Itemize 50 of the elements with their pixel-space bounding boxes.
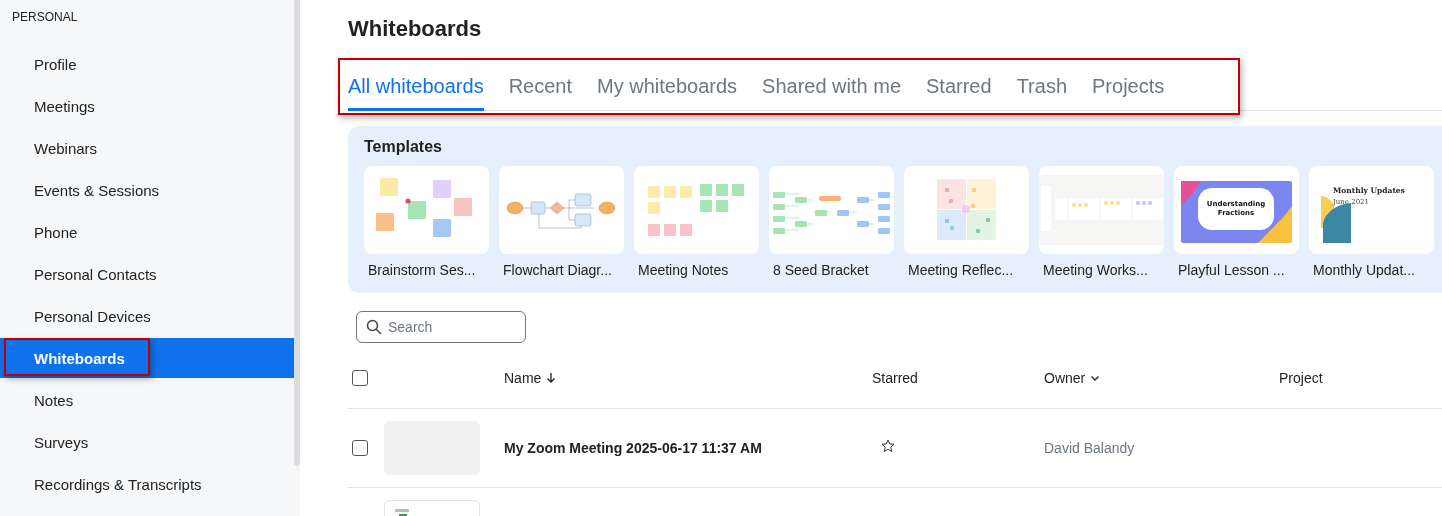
sidebar-item[interactable]: Profile [0, 43, 294, 85]
checkbox[interactable] [352, 440, 368, 456]
tab[interactable]: My whiteboards [597, 75, 738, 111]
page-title: Whiteboards [348, 16, 483, 42]
template-name: 8 Seed Bracket [772, 262, 869, 278]
template-name: Playful Lesson ... [1177, 262, 1285, 278]
owner-name: David Balandy [1044, 440, 1136, 456]
sidebar-item[interactable]: Events & Sessions [0, 169, 294, 211]
template-thumbnail[interactable] [499, 166, 624, 254]
tab[interactable]: Trash [1016, 75, 1067, 111]
report-slide-drawing [1321, 196, 1351, 243]
sidebar-item[interactable]: Phone [0, 211, 294, 253]
sidebar-item[interactable]: Personal Contacts [0, 253, 294, 295]
sidebar-item[interactable]: Notes [0, 379, 294, 421]
checkbox[interactable] [352, 369, 368, 386]
tab[interactable]: Shared with me [762, 75, 902, 111]
star-icon[interactable] [881, 439, 895, 453]
sort-arrow-icon[interactable] [546, 372, 557, 383]
tab[interactable]: Recent [508, 75, 572, 111]
sidebar-item[interactable]: Meetings [0, 85, 294, 127]
sidebar-item[interactable]: Surveys [0, 421, 294, 463]
template-thumbnail[interactable] [634, 166, 759, 254]
board-preview-drawing [395, 509, 409, 516]
column-header[interactable]: Owner [1044, 369, 1086, 386]
template-name: Meeting Reflec... [907, 262, 1014, 278]
template-thumbnail[interactable] [364, 166, 489, 254]
column-header[interactable]: Project [1279, 369, 1323, 386]
template-name: Monthly Updat... [1312, 262, 1415, 278]
section-title: Templates [364, 138, 442, 157]
sidebar-item[interactable]: Webinars [0, 127, 294, 169]
scrollbar[interactable] [294, 0, 300, 466]
tab[interactable]: Projects [1092, 75, 1165, 111]
column-header[interactable]: Starred [872, 369, 918, 386]
sidebar-item[interactable]: Recordings & Transcripts [0, 463, 294, 505]
column-header[interactable]: Name [504, 369, 542, 386]
sidebar-item[interactable]: Personal Devices [0, 295, 294, 337]
template-name: Meeting Notes [637, 262, 729, 278]
tab[interactable]: All whiteboards [348, 75, 484, 111]
tab[interactable]: Starred [926, 75, 992, 111]
template-thumbnail[interactable] [769, 166, 894, 254]
search-field[interactable]: Search [356, 311, 526, 343]
sidebar-item[interactable]: Whiteboards [0, 338, 294, 378]
template-name: Flowchart Diagr... [502, 262, 612, 278]
template-name: Brainstorm Ses... [367, 262, 476, 278]
whiteboard-name[interactable]: My Zoom Meeting 2025-06-17 11:37 AM [504, 440, 872, 456]
template-thumbnail[interactable] [904, 166, 1029, 254]
template-thumbnail[interactable] [1039, 166, 1164, 254]
section-heading: PERSONAL [11, 9, 79, 26]
template-name: Meeting Works... [1042, 262, 1148, 278]
quadrant-grid-drawing [937, 179, 996, 240]
